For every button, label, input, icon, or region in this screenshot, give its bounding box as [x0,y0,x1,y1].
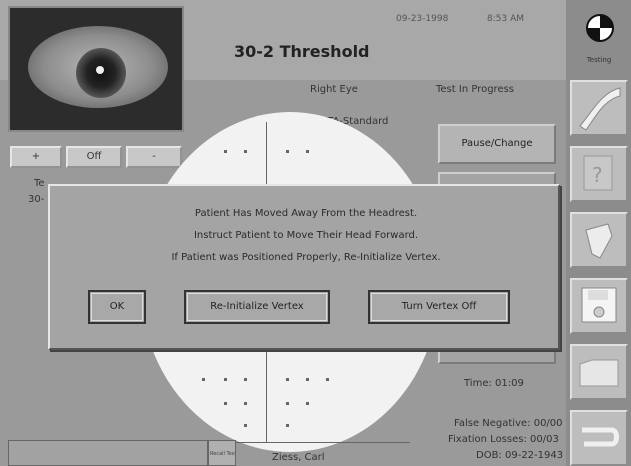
iris [76,48,126,98]
recall-test-box[interactable]: Recall Test [208,440,236,466]
bottom-status-panel [8,440,208,466]
field-point [286,378,289,381]
field-point [306,150,309,153]
eye-camera-view [8,6,184,132]
pen-tool-button[interactable] [570,212,628,268]
field-point [244,378,247,381]
field-point [244,150,247,153]
pause-change-button[interactable]: Pause/Change [438,124,556,164]
test-id: 30- [28,194,45,205]
reinitialize-vertex-button[interactable]: Re-Initialize Vertex [184,290,330,324]
field-point [306,402,309,405]
folder-tool-button[interactable] [570,344,628,400]
field-point [286,402,289,405]
field-point [306,378,309,381]
testing-mode-button[interactable]: Testing [572,10,626,72]
headrest-warning-dialog: Patient Has Moved Away From the Headrest… [48,184,560,350]
field-point [286,424,289,427]
question-icon: ? [583,155,613,191]
field-point [224,402,227,405]
test-label: Te [34,178,45,189]
patient-name: Ziess, Carl [272,452,325,463]
field-point [202,378,205,381]
pupil-glint [96,66,104,74]
pen-icon [585,223,613,259]
cable-tool-button[interactable] [570,410,628,466]
ribbon-icon [579,87,621,131]
fixation-losses-count: Fixation Losses: 00/03 [448,434,559,445]
folder-icon [579,359,619,387]
camera-zoom-in-button[interactable]: + [10,146,62,168]
cable-icon [582,427,619,447]
page-title: 30-2 Threshold [234,42,370,61]
eye-label: Right Eye [310,84,358,95]
patient-dob: DOB: 09-22-1943 [476,450,564,461]
ribbon-tool-button[interactable] [570,80,628,136]
field-point [224,378,227,381]
field-point [286,150,289,153]
camera-off-button[interactable]: Off [66,146,122,168]
dialog-message-line-1: Patient Has Moved Away From the Headrest… [194,208,418,219]
ok-button[interactable]: OK [88,290,146,324]
turn-vertex-off-button[interactable]: Turn Vertex Off [368,290,510,324]
field-point [224,150,227,153]
false-negative-count: False Negative: 00/00 [454,418,563,429]
elapsed-time: Time: 01:09 [464,378,524,389]
dialog-message-line-3: If Patient was Positioned Properly, Re-I… [171,252,441,263]
field-point [326,378,329,381]
eye-image [28,26,168,108]
save-tool-button[interactable] [570,278,628,334]
svg-text:?: ? [592,163,603,187]
help-tool-button[interactable]: ? [570,146,628,202]
disk-icon [581,287,617,323]
dialog-message-line-2: Instruct Patient to Move Their Head Forw… [193,230,419,241]
camera-zoom-out-button[interactable]: - [126,146,182,168]
header-date: 09-23-1998 [396,14,449,24]
gear-icon [586,14,614,42]
test-status: Test In Progress [436,84,515,95]
testing-label: Testing [586,56,612,64]
field-point [244,402,247,405]
field-point [244,424,247,427]
header-time: 8:53 AM [487,14,524,24]
